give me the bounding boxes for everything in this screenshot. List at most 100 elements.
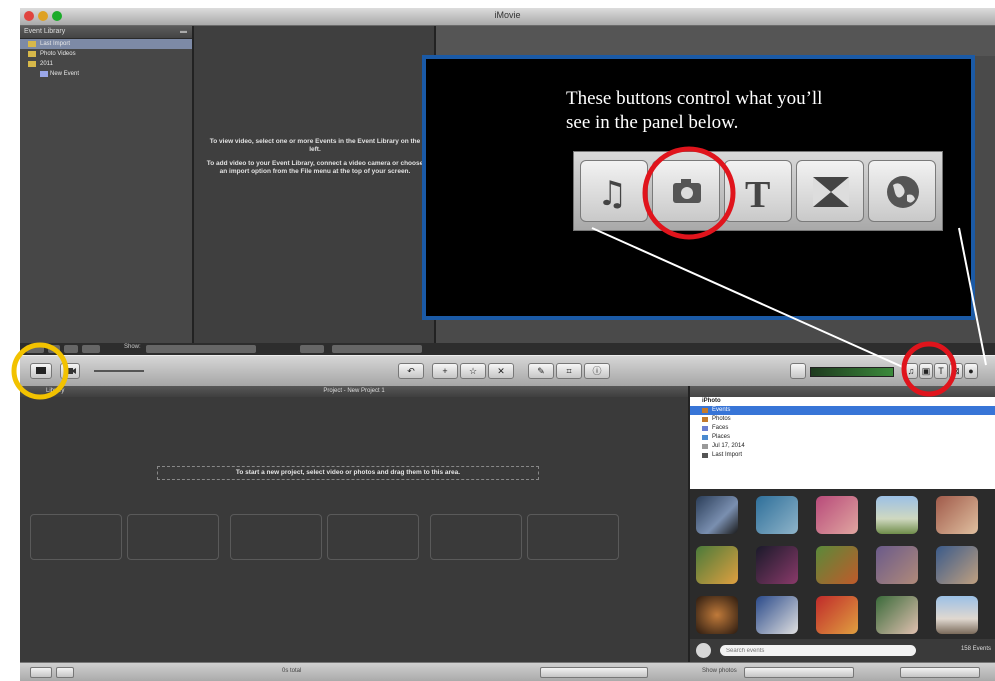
photo-thumbnail[interactable] [876,596,918,634]
status-bar: 0s total Show photos [20,662,995,681]
transition-browser-button[interactable]: ⊠ [949,363,963,379]
photo-thumbnail[interactable] [876,496,918,534]
show-photos-label: Show photos [702,668,737,674]
viewer-instructions: To view video, select one or more Events… [204,138,426,182]
title-icon[interactable]: T [724,160,792,222]
star-icon [40,71,48,77]
audio-level-button[interactable] [790,363,806,379]
source-places[interactable]: Places [690,433,995,442]
crop-button[interactable]: ⌗ [556,363,582,379]
photo-thumbnail[interactable] [696,496,738,534]
event-library-header: Event Library ▬ [20,26,192,39]
project-drop-slot[interactable] [430,514,522,560]
add-to-project-button[interactable]: + [432,363,458,379]
folder-icon [28,61,36,67]
photos-source-list: iPhoto Events Photos Faces Places Jul 17… [690,397,995,489]
project-drop-hint[interactable]: To start a new project, select video or … [157,466,539,480]
project-drop-slot[interactable] [30,514,122,560]
svg-text:♫: ♫ [597,174,627,214]
viewer-message-1: To view video, select one or more Events… [209,138,421,153]
source-events[interactable]: Events [690,406,995,415]
show-photos-select[interactable] [744,667,854,678]
event-item-photo-videos[interactable]: Photo Videos [20,49,192,59]
film-icon [28,41,36,47]
music-browser-button[interactable]: ♫ [904,363,918,379]
title-bar: iMovie [20,8,995,26]
film-icon [28,51,36,57]
event-library-pane: Event Library ▬ Last Import Photo Videos… [20,26,194,343]
project-pane: Library Project - New Project 1 To start… [20,386,688,662]
photo-thumbnail[interactable] [696,596,738,634]
event-merge-button[interactable] [82,345,100,353]
photo-thumbnail[interactable] [816,546,858,584]
undo-button[interactable]: ↶ [398,363,424,379]
photo-thumbnail[interactable] [756,546,798,584]
gear-button[interactable] [30,667,52,678]
calendar-icon [702,444,708,449]
camera-icon[interactable] [652,160,720,222]
project-duration: 0s total [282,668,302,674]
event-toggle-button[interactable] [26,345,44,353]
event-action-button[interactable] [300,345,324,353]
source-last-import[interactable]: Last Import [690,451,995,460]
map-browser-button[interactable]: ● [964,363,978,379]
annotation-line-1: These buttons control what you’ll [566,88,823,109]
photo-thumbnail[interactable] [756,596,798,634]
photo-thumbnail[interactable] [816,496,858,534]
preview-top-bar [436,26,995,56]
photo-thumbnail[interactable] [696,546,738,584]
play-icon[interactable] [696,643,711,658]
event-split-button[interactable] [48,345,60,353]
source-date[interactable]: Jul 17, 2014 [690,442,995,451]
photo-thumbnail[interactable] [756,496,798,534]
reject-button[interactable]: ✕ [488,363,514,379]
show-label: Show: [124,344,141,350]
photos-zoom-slider[interactable] [900,667,980,678]
project-drop-slot[interactable] [230,514,322,560]
favorite-button[interactable]: ☆ [460,363,486,379]
music-icon[interactable]: ♫ [580,160,648,222]
source-faces[interactable]: Faces [690,424,995,433]
transition-icon[interactable] [796,160,864,222]
event-zoom-control[interactable] [332,345,422,353]
event-view-button[interactable] [64,345,78,353]
places-icon [702,435,708,440]
event-item-2011[interactable]: 2011 [20,59,192,69]
play-full-button[interactable] [56,667,74,678]
svg-text:T: T [745,174,770,216]
title-browser-button[interactable]: T [934,363,948,379]
search-events-input[interactable] [720,645,916,656]
window-title: iMovie [494,10,521,20]
photo-thumbnail[interactable] [816,596,858,634]
thumbnail-size-slider[interactable] [94,370,144,372]
viewer-message-2: To add video to your Event Library, conn… [206,160,424,175]
voiceover-button[interactable]: ✎ [528,363,554,379]
timeline-zoom-slider[interactable] [540,667,648,678]
photo-browser-button[interactable]: ▣ [919,363,933,379]
clock-icon [702,453,708,458]
project-drop-slot[interactable] [527,514,619,560]
event-count: 158 Events [960,646,991,652]
project-title: Project - New Project 1 [323,388,385,394]
photo-thumbnails [690,489,995,639]
event-item-new-event[interactable]: New Event [20,69,192,79]
event-library-toggle-button[interactable] [30,363,52,379]
inspector-button[interactable]: ⓘ [584,363,610,379]
annotation-line-2: see in the panel below. [566,112,739,133]
globe-icon[interactable] [868,160,936,222]
show-filter-select[interactable] [146,345,256,353]
events-icon [702,408,708,413]
photo-thumbnail[interactable] [876,546,918,584]
project-drop-slot[interactable] [327,514,419,560]
source-iphoto[interactable]: iPhoto [690,397,995,406]
photo-thumbnail[interactable] [936,546,978,584]
event-item-last-import[interactable]: Last Import [20,39,192,49]
camera-import-button[interactable] [60,363,80,379]
audio-meter [810,367,894,377]
project-drop-slot[interactable] [127,514,219,560]
photo-thumbnail[interactable] [936,596,978,634]
source-photos[interactable]: Photos [690,415,995,424]
event-library-title: Event Library [24,28,66,35]
close-pane-icon[interactable]: ▬ [180,26,187,38]
photo-thumbnail[interactable] [936,496,978,534]
